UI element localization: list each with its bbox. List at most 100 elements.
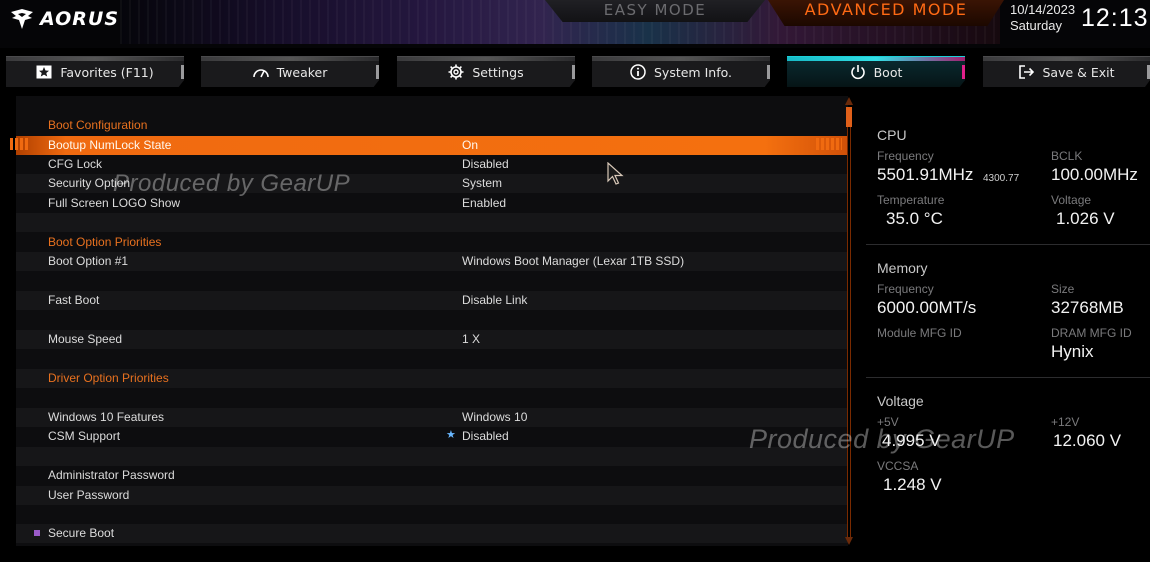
memory-size-label: Size [1051, 282, 1075, 296]
date-text: 10/14/2023 [1010, 2, 1076, 17]
setting-label: Boot Option #1 [48, 254, 129, 269]
setting-label: CSM Support [48, 429, 121, 444]
tab-settings[interactable]: Settings [397, 56, 575, 87]
star-box-icon [36, 65, 52, 79]
star-icon: ★ [446, 429, 456, 442]
tab-label: Save & Exit [1042, 64, 1115, 80]
voltage-title: Voltage [877, 393, 924, 409]
cpu-title: CPU [877, 127, 907, 143]
spacer-row [16, 311, 848, 330]
setting-label: Bootup NumLock State [48, 137, 172, 152]
setting-label: Administrator Password [48, 468, 175, 483]
logo-text: AORUS [40, 8, 120, 30]
setting-row-fast-boot[interactable]: Fast Boot Disable Link [16, 291, 848, 310]
top-bar: AORUS EASY MODE ADVANCED MODE 10/14/2023… [0, 0, 1150, 48]
memory-size-value: 32768MB [1051, 298, 1124, 317]
setting-label: User Password [48, 487, 130, 502]
exit-icon [1019, 65, 1035, 79]
spacer-row [16, 388, 848, 407]
advanced-mode-label: ADVANCED MODE [804, 0, 968, 19]
setting-label: Boot Configuration [48, 118, 148, 132]
setting-row-administrator-password[interactable]: Administrator Password [16, 466, 848, 485]
setting-label: CFG Lock [48, 156, 103, 171]
setting-row-windows-10-features[interactable]: Windows 10 Features Windows 10 [16, 407, 848, 427]
scrollbar[interactable] [845, 97, 853, 545]
dram-mfg-id-label: DRAM MFG ID [1051, 326, 1132, 340]
memory-title: Memory [877, 260, 928, 276]
setting-value[interactable]: Windows Boot Manager (Lexar 1TB SSD) [462, 252, 684, 271]
setting-label: Secure Boot [48, 526, 115, 541]
memory-frequency-value: 6000.00MT/s [877, 298, 977, 317]
vccsa-label: VCCSA [877, 459, 919, 473]
eagle-icon [11, 9, 33, 29]
cpu-voltage-label: Voltage [1051, 193, 1092, 207]
scroll-down-arrow-icon[interactable] [845, 537, 853, 545]
setting-row-csm-support[interactable]: CSM Support ★ Disabled [16, 427, 848, 446]
setting-value[interactable]: On [462, 136, 478, 155]
selection-flare-right [816, 138, 842, 150]
setting-row-mouse-speed[interactable]: Mouse Speed 1 X [16, 329, 848, 349]
scroll-track[interactable] [847, 107, 851, 537]
tab-label: Favorites (F11) [60, 64, 154, 80]
module-mfg-id-label: Module MFG ID [877, 326, 962, 340]
cpu-frequency-label: Frequency [877, 149, 934, 163]
aorus-logo: AORUS [10, 7, 119, 31]
info-icon [630, 64, 646, 80]
tab-label: System Info. [654, 64, 732, 80]
setting-row-bootup-numlock-state[interactable]: Bootup NumLock State On [16, 135, 848, 155]
easy-mode-label: EASY MODE [603, 1, 707, 19]
selection-flare-left [10, 138, 30, 150]
cpu-frequency-sub: 4300.77 [983, 173, 1020, 184]
setting-label: Driver Option Priorities [48, 370, 169, 385]
mouse-cursor-icon [607, 162, 624, 185]
tab-system-info[interactable]: System Info. [592, 56, 770, 87]
setting-value[interactable]: Enabled [462, 194, 506, 213]
spacer-row [16, 349, 848, 368]
scroll-up-arrow-icon[interactable] [845, 97, 853, 105]
advanced-mode-button[interactable]: ADVANCED MODE [768, 0, 1004, 26]
spacer-row [16, 213, 848, 233]
setting-row-secure-boot[interactable]: Secure Boot [16, 524, 848, 544]
v12-label: +12V [1051, 415, 1080, 429]
setting-value[interactable]: System [462, 174, 502, 193]
tab-label: Boot [873, 64, 903, 80]
gauge-icon [252, 69, 269, 78]
tab-save-exit[interactable]: Save & Exit [983, 56, 1150, 87]
day-text: Saturday [1010, 18, 1063, 33]
setting-row-user-password[interactable]: User Password [16, 485, 848, 505]
cpu-temperature-label: Temperature [877, 193, 945, 207]
spacer-row [16, 505, 848, 524]
cpu-voltage-value: 1.026 V [1056, 209, 1115, 228]
vccsa-value: 1.248 V [883, 475, 942, 494]
square-icon [34, 530, 40, 537]
scroll-thumb[interactable] [846, 107, 852, 127]
memory-frequency-label: Frequency [877, 282, 934, 296]
bclk-value: 100.00MHz [1051, 165, 1138, 184]
setting-value[interactable]: Windows 10 [462, 408, 527, 427]
boot-settings-panel: Boot Configuration Bootup NumLock State On… [16, 96, 848, 546]
setting-value[interactable]: Disabled [462, 427, 509, 446]
setting-label: Mouse Speed [48, 331, 123, 346]
setting-value[interactable]: Disabled [462, 155, 509, 174]
easy-mode-button[interactable]: EASY MODE [545, 0, 765, 22]
cpu-frequency-value: 5501.91MHz [877, 165, 974, 184]
section-header-boot-option-priorities: Boot Option Priorities [16, 233, 848, 252]
v12-value: 12.060 V [1053, 431, 1122, 450]
spacer-row [16, 446, 848, 466]
divider [866, 244, 1150, 245]
setting-value[interactable]: 1 X [462, 330, 480, 349]
tab-boot[interactable]: Boot [787, 56, 965, 87]
spacer-row [16, 272, 848, 291]
setting-label: Fast Boot [48, 293, 100, 307]
tab-tweaker[interactable]: Tweaker [201, 56, 379, 87]
date-display: 10/14/2023 Saturday [1010, 2, 1075, 34]
power-icon [850, 65, 865, 80]
watermark: Produced by GearUP [113, 170, 351, 197]
setting-value[interactable]: Disable Link [462, 291, 527, 310]
divider [866, 377, 1150, 378]
setting-row-boot-option-1[interactable]: Boot Option #1 Windows Boot Manager (Lexa… [16, 252, 848, 272]
cpu-temperature-value: 35.0 °C [886, 209, 943, 228]
clock-display: 12:13 [1081, 4, 1149, 32]
tab-favorites[interactable]: Favorites (F11) [6, 56, 184, 87]
watermark: Produced by GearUP [749, 424, 1015, 454]
